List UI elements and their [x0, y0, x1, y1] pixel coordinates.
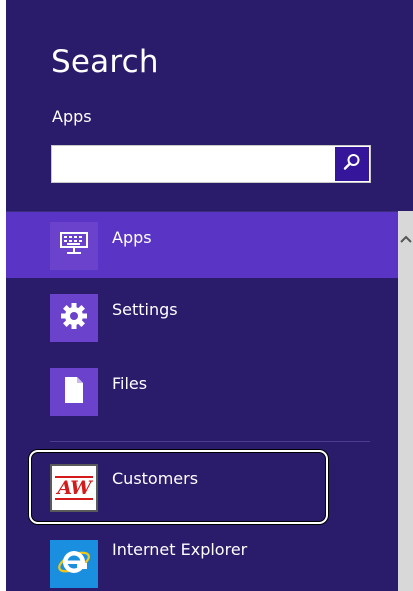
files-tile [50, 368, 98, 416]
search-title: Search [51, 44, 159, 80]
apps-tile [50, 222, 98, 270]
result-label: Internet Explorer [112, 540, 248, 559]
gear-icon [59, 301, 89, 335]
category-label: Apps [112, 228, 152, 247]
scrollbar[interactable] [398, 211, 413, 591]
selection-highlight [29, 450, 328, 524]
internet-explorer-tile [50, 540, 98, 588]
category-label: Settings [112, 300, 178, 319]
search-input[interactable] [52, 146, 332, 182]
search-button[interactable] [335, 147, 369, 181]
scroll-up-button[interactable] [398, 228, 413, 246]
search-charm-panel: Search Apps Apps Settings Files AW Custo… [6, 0, 413, 591]
internet-explorer-icon [56, 544, 92, 584]
category-files[interactable]: Files [6, 360, 398, 426]
search-scope-label: Apps [52, 107, 92, 126]
category-settings[interactable]: Settings [6, 286, 398, 352]
results-separator [50, 441, 370, 442]
search-box [51, 145, 371, 183]
category-apps[interactable]: Apps [6, 212, 398, 278]
search-icon [343, 153, 361, 175]
file-icon [63, 376, 85, 408]
chevron-up-icon [399, 228, 412, 247]
category-label: Files [112, 374, 148, 393]
settings-tile [50, 294, 98, 342]
result-internet-explorer[interactable]: Internet Explorer [6, 526, 398, 591]
keyboard-icon [59, 230, 89, 262]
